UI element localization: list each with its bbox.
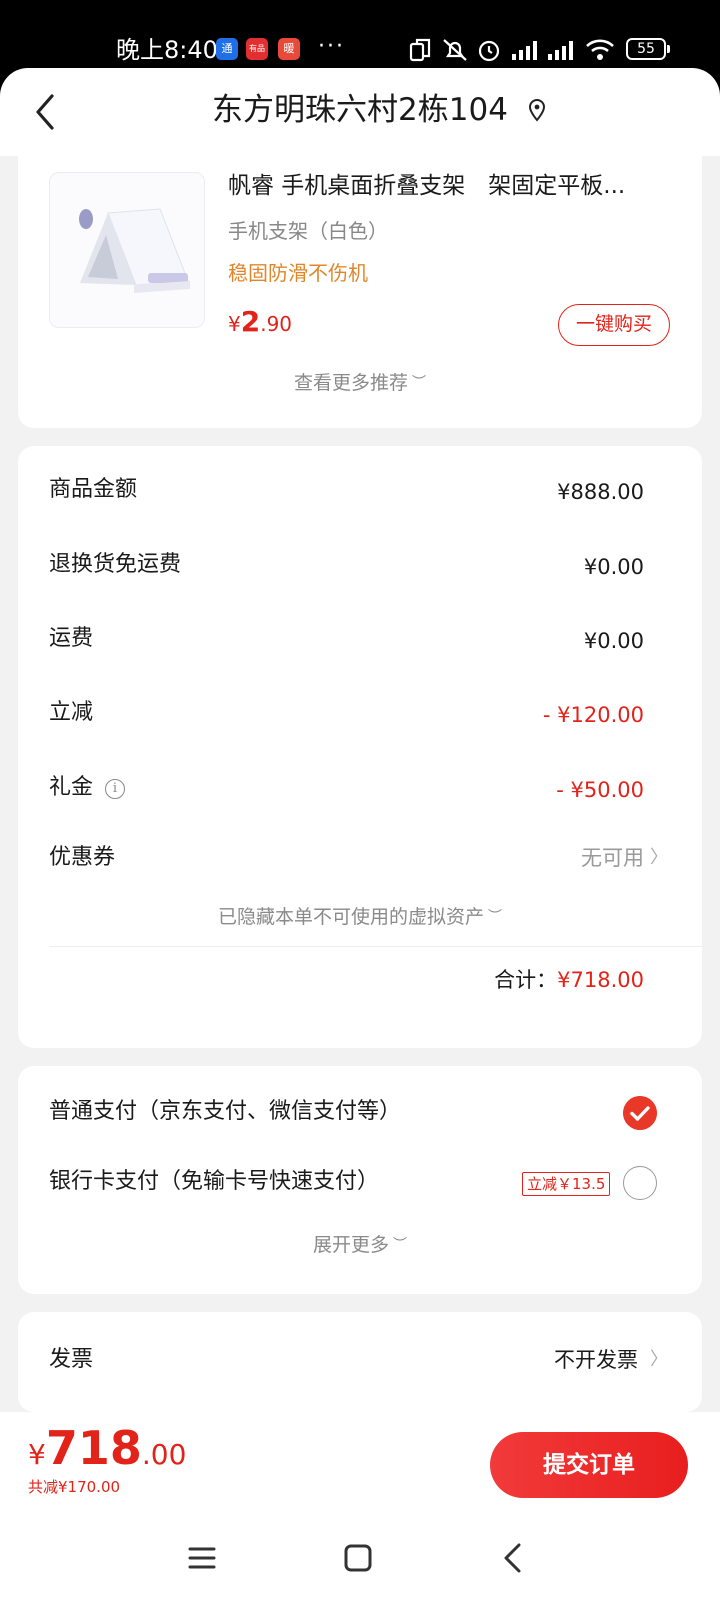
recommendation-card: 帆睿 手机桌面折叠支架 架固定平板... 手机支架（白色） 稳固防滑不伤机 ¥2… — [18, 146, 702, 428]
invoice-value: 不开发票 — [554, 1348, 638, 1372]
price-decimal: .90 — [260, 312, 293, 336]
free-return-shipping-label: 退换货免运费 — [49, 552, 182, 577]
price-currency: ¥ — [28, 1438, 46, 1471]
system-nav-bar — [0, 1522, 720, 1600]
more-recommendations-toggle[interactable]: 查看更多推荐 ︶ — [18, 368, 702, 400]
app-notification-icon: 暖 — [278, 38, 300, 60]
product-image[interactable] — [49, 172, 205, 328]
price-currency: ¥ — [228, 312, 241, 336]
more-notifications-icon: ··· — [318, 34, 345, 59]
page-header: 东方明珠六村2栋104 — [0, 68, 720, 156]
expand-more-toggle[interactable]: 展开更多 ︶ — [18, 1230, 702, 1262]
chevron-down-icon: ︶ — [488, 909, 502, 925]
price-summary-card: 商品金额 ¥888.00 退换货免运费 ¥0.00 运费 ¥0.00 立减 - … — [18, 446, 702, 1048]
coupon-value[interactable]: 无可用 — [581, 842, 644, 874]
gift-money-row: 礼金 i — [49, 772, 126, 804]
invoice-card[interactable]: 发票 不开发票 〉 — [18, 1312, 702, 1412]
signal-icon — [512, 41, 537, 60]
total-amount: ¥718.00 — [557, 968, 644, 992]
product-selling-point: 稳固防滑不伤机 — [228, 261, 368, 285]
expand-more-label: 展开更多 — [312, 1234, 389, 1256]
price-integer: 2 — [240, 305, 261, 338]
status-time: 晚上8:40 — [116, 36, 218, 64]
wifi-icon — [586, 39, 614, 60]
instant-discount-label: 立减 — [49, 700, 94, 725]
home-icon[interactable] — [338, 1538, 378, 1578]
one-click-buy-button[interactable]: 一键购买 — [558, 304, 670, 346]
app-notification-icon: 有品 — [246, 38, 268, 60]
product-spec: 手机支架（白色） — [228, 219, 388, 243]
order-total: 合计：¥718.00 — [494, 964, 644, 996]
instant-discount-value: - ¥120.00 — [542, 703, 644, 727]
unchecked-radio-icon[interactable] — [623, 1166, 657, 1200]
submit-order-button[interactable]: 提交订单 — [490, 1432, 688, 1498]
invoice-label: 发票 — [49, 1347, 94, 1372]
alarm-icon — [478, 40, 500, 62]
divider — [49, 946, 702, 947]
screen-mirror-icon — [409, 38, 431, 62]
goods-amount-label: 商品金额 — [49, 477, 138, 502]
phone-stand-image — [50, 173, 204, 327]
chevron-down-icon: ︶ — [393, 1237, 407, 1253]
gift-money-label: 礼金 — [49, 775, 94, 800]
price-decimal: .00 — [141, 1438, 187, 1471]
app-notification-icon: 通 — [216, 38, 238, 60]
gift-money-value: - ¥50.00 — [556, 778, 644, 802]
mute-icon — [443, 39, 467, 61]
coupon-label[interactable]: 优惠券 — [49, 842, 115, 874]
goods-amount-value: ¥888.00 — [557, 480, 644, 504]
chevron-right-icon[interactable]: 〉 — [650, 842, 668, 874]
shipping-fee-value: ¥0.00 — [583, 629, 644, 653]
total-discount-text[interactable]: 共减¥170.00 — [28, 1476, 120, 1498]
price-integer: 718 — [45, 1421, 142, 1475]
hidden-assets-label: 已隐藏本单不可使用的虚拟资产 — [217, 906, 484, 928]
product-price: ¥2.90 — [228, 302, 292, 346]
standard-payment-option[interactable]: 普通支付（京东支付、微信支付等） — [49, 1096, 401, 1128]
chevron-right-icon: 〉 — [650, 1349, 668, 1370]
menu-icon[interactable] — [182, 1538, 222, 1578]
bank-card-payment-option[interactable]: 银行卡支付（免输卡号快速支付） — [49, 1166, 379, 1198]
signal-icon — [548, 41, 573, 60]
page-title[interactable]: 东方明珠六村2栋104 — [0, 88, 720, 132]
location-pin-icon[interactable] — [526, 98, 548, 124]
checked-radio-icon[interactable] — [623, 1096, 657, 1130]
back-nav-icon[interactable] — [494, 1538, 534, 1578]
checkout-bar: ¥718.00 共减¥170.00 提交订单 — [0, 1412, 720, 1522]
total-label: 合计： — [494, 968, 558, 992]
shipping-fee-label: 运费 — [49, 626, 94, 651]
chevron-down-icon: ︶ — [412, 375, 426, 391]
info-icon[interactable]: i — [105, 779, 126, 799]
discount-badge: 立减￥13.5 — [522, 1172, 611, 1196]
free-return-shipping-value: ¥0.00 — [583, 555, 644, 579]
battery-icon: 55 — [626, 38, 670, 60]
more-recommendations-label: 查看更多推荐 — [293, 372, 408, 394]
payment-method-card: 普通支付（京东支付、微信支付等） 银行卡支付（免输卡号快速支付） 立减￥13.5… — [18, 1066, 702, 1294]
product-title[interactable]: 帆睿 手机桌面折叠支架 架固定平板... — [228, 170, 678, 202]
hidden-assets-toggle[interactable]: 已隐藏本单不可使用的虚拟资产 ︶ — [18, 902, 702, 934]
